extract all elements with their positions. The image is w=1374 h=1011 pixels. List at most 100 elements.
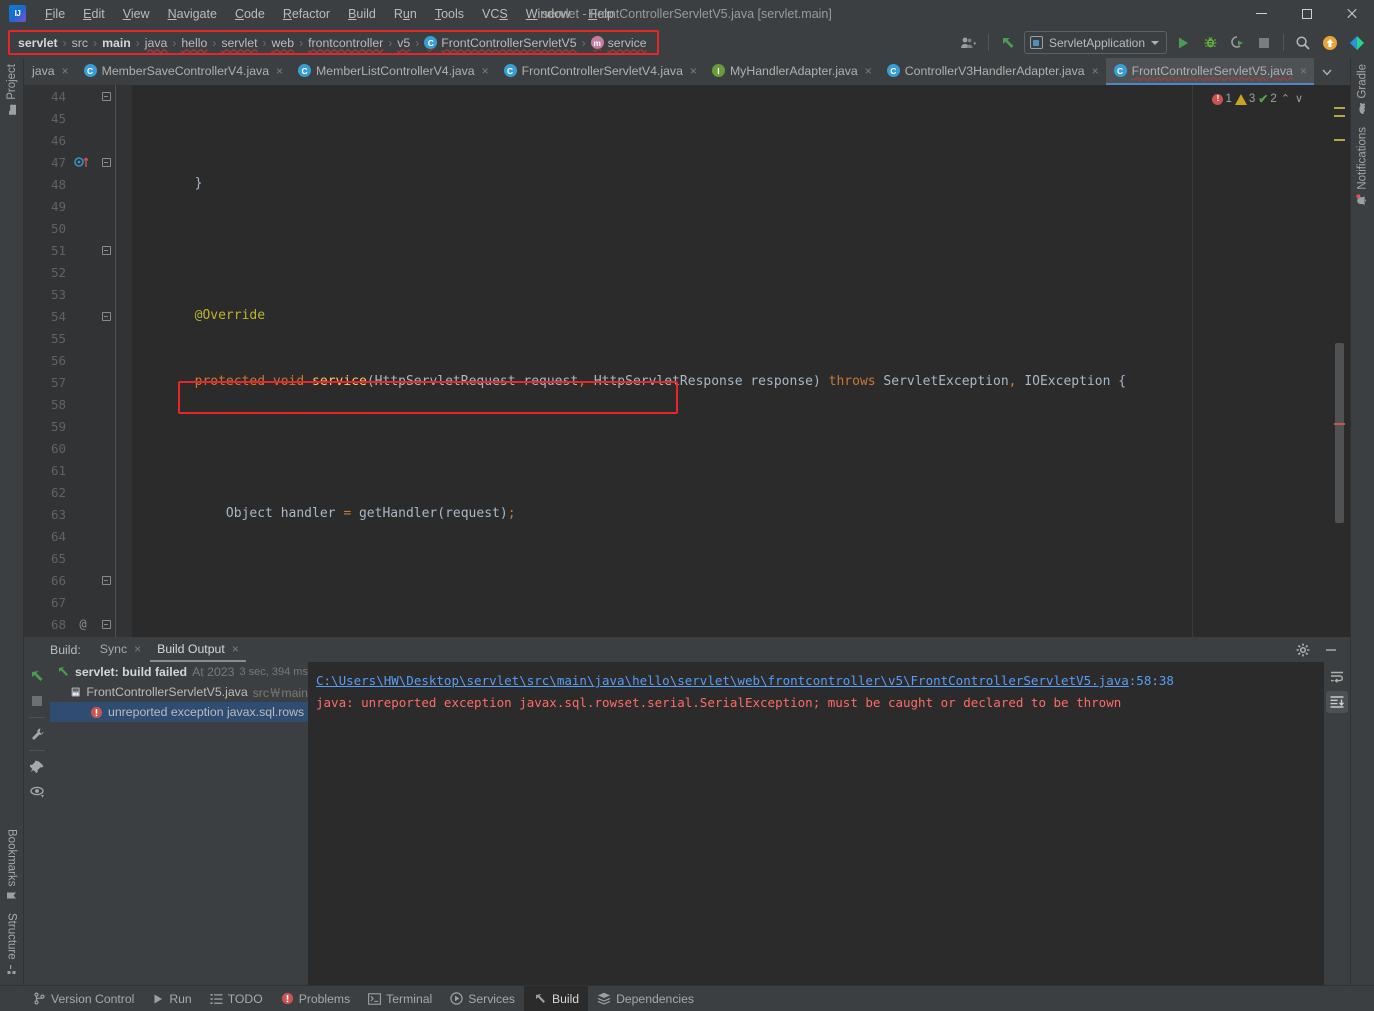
debug-button[interactable] [1197,30,1223,55]
build-tab-sync[interactable]: Sync × [93,637,148,662]
sidebar-item-structure[interactable]: Structure [4,907,20,981]
fold-toggle-icon[interactable] [101,157,111,167]
tab-memberlistcontrollerv4[interactable]: C MemberListControllerV4.java × [290,58,496,85]
menu-window[interactable]: Window [517,4,579,24]
error-count-badge[interactable]: 1 [1212,88,1232,110]
tab-java-truncated[interactable]: java × [24,58,76,85]
scroll-to-end-icon[interactable] [1326,691,1348,713]
settings-gear-icon[interactable] [1290,637,1316,662]
fold-toggle-icon[interactable] [101,245,111,255]
menu-run[interactable]: Run [385,4,426,24]
run-config-selector[interactable]: ServletApplication [1023,31,1167,54]
warning-count-badge[interactable]: 3 [1234,88,1255,110]
console-file-link[interactable]: C:\Users\HW\Desktop\servlet\src\main\jav… [316,673,1129,688]
sidebar-item-gradle[interactable]: Gradle [1354,58,1371,121]
close-icon[interactable]: × [134,643,141,655]
build-output-tree[interactable]: servlet: build failed At 2023 3 sec, 394… [50,662,308,985]
sidebar-item-notifications[interactable]: Notifications [1354,121,1371,213]
status-item-todo[interactable]: TODO [201,986,272,1011]
pin-tab-button[interactable] [26,756,48,778]
update-project-button[interactable] [1317,30,1343,55]
fold-toggle-icon[interactable] [101,575,111,585]
warning-marker[interactable] [1334,107,1345,109]
console-line-location[interactable]: :58:38 [1129,673,1174,688]
error-marker[interactable] [1334,423,1345,425]
tab-controllerv3handleradapter[interactable]: C ControllerV3HandlerAdapter.java × [879,58,1106,85]
code-editor[interactable]: 44 45 46 47 48 49 50 51 52 53 54 55 56 5… [24,85,1350,695]
more-options-icon[interactable] [1340,59,1350,84]
close-button[interactable] [1329,0,1374,27]
close-icon[interactable]: × [62,65,69,77]
menu-edit[interactable]: Edit [74,4,114,24]
tab-myhandleradapter[interactable]: I MyHandlerAdapter.java × [704,58,879,85]
menu-code[interactable]: Code [226,4,274,24]
next-problem-icon[interactable]: ∨ [1294,88,1304,110]
breadcrumb-item-method[interactable]: m service [587,35,651,51]
tab-frontcontrollerservletv4[interactable]: C FrontControllerServletV4.java × [496,58,704,85]
annotation-usage-icon[interactable]: @ [70,617,96,631]
breadcrumb-item-main[interactable]: main [98,35,135,51]
editor-marker-bar[interactable] [1330,85,1350,637]
code-content[interactable]: } @Override protected void service(HttpS… [132,85,1330,637]
warning-marker[interactable] [1334,139,1345,141]
inspection-widget[interactable]: 1 3 ✔ 2 ⌃ ∨ [1212,88,1304,110]
fold-toggle-icon[interactable] [101,311,111,321]
menu-refactor[interactable]: Refactor [274,4,339,24]
tree-node-java-file[interactable]: J FrontControllerServletV5.java src￦main [50,682,308,702]
breadcrumb-item-class[interactable]: C FrontControllerServletV5 [420,35,580,51]
weak-warning-count-badge[interactable]: ✔ 2 [1258,88,1276,110]
show-hide-button[interactable] [26,780,48,802]
tree-node-build-failed[interactable]: servlet: build failed At 2023 3 sec, 394… [50,662,308,682]
menu-vcs[interactable]: VCS [473,4,517,24]
tab-membersavecontrollerv4[interactable]: C MemberSaveControllerV4.java × [76,58,290,85]
menu-help[interactable]: Help [579,4,623,24]
breadcrumb-item-v5[interactable]: v5 [393,35,414,51]
breadcrumb-item-java[interactable]: java [141,35,172,51]
soft-wrap-icon[interactable] [1326,666,1348,688]
breadcrumb-item-servlet[interactable]: servlet [14,35,62,51]
status-item-version-control[interactable]: Version Control [24,986,143,1011]
close-icon[interactable]: × [865,65,872,77]
search-everywhere-button[interactable] [1290,30,1316,55]
editor-scrollbar-thumb[interactable] [1335,343,1344,523]
warning-marker[interactable] [1334,115,1345,117]
minimize-button[interactable] [1239,0,1284,27]
menu-build[interactable]: Build [339,4,385,24]
status-item-run[interactable]: Run [143,986,200,1011]
menu-view[interactable]: View [114,4,159,24]
breadcrumb-item-hello[interactable]: hello [177,35,211,51]
run-button[interactable] [1170,30,1196,55]
sidebar-item-bookmarks[interactable]: Bookmarks [4,823,20,908]
close-icon[interactable]: × [232,643,239,655]
back-arrow-icon[interactable] [995,30,1021,55]
fold-toggle-icon[interactable] [101,619,111,629]
menu-file[interactable]: File [36,4,74,24]
close-icon[interactable]: × [276,65,283,77]
previous-problem-icon[interactable]: ⌃ [1280,88,1291,110]
idea-plugin-button[interactable] [1344,30,1370,55]
close-icon[interactable]: × [690,65,697,77]
override-method-icon[interactable] [70,155,96,169]
breadcrumb-item-frontcontroller[interactable]: frontcontroller [304,35,387,51]
breadcrumb-item-web[interactable]: web [268,35,299,51]
fold-toggle-icon[interactable] [101,91,111,101]
status-item-build[interactable]: Build [523,985,589,1011]
status-item-dependencies[interactable]: Dependencies [588,986,703,1011]
build-tab-build-output[interactable]: Build Output × [150,637,246,662]
close-icon[interactable]: × [482,65,489,77]
tree-node-error[interactable]: unreported exception javax.sql.rows [50,702,308,722]
console-link-line[interactable]: C:\Users\HW\Desktop\servlet\src\main\jav… [316,670,1350,692]
stop-button[interactable] [1251,30,1277,55]
user-accounts-icon[interactable] [956,30,982,55]
breadcrumb-item-servlet-pkg[interactable]: servlet [217,35,261,51]
status-item-services[interactable]: Services [441,986,524,1011]
close-icon[interactable]: × [1092,65,1099,77]
sidebar-item-project[interactable]: Project [4,58,20,122]
close-icon[interactable]: × [1300,65,1307,77]
menu-tools[interactable]: Tools [426,4,473,24]
build-console[interactable]: C:\Users\HW\Desktop\servlet\src\main\jav… [308,662,1350,985]
run-with-coverage-button[interactable] [1224,30,1250,55]
menu-navigate[interactable]: Navigate [159,4,226,24]
status-item-problems[interactable]: Problems [272,986,359,1011]
status-item-terminal[interactable]: Terminal [359,986,441,1011]
